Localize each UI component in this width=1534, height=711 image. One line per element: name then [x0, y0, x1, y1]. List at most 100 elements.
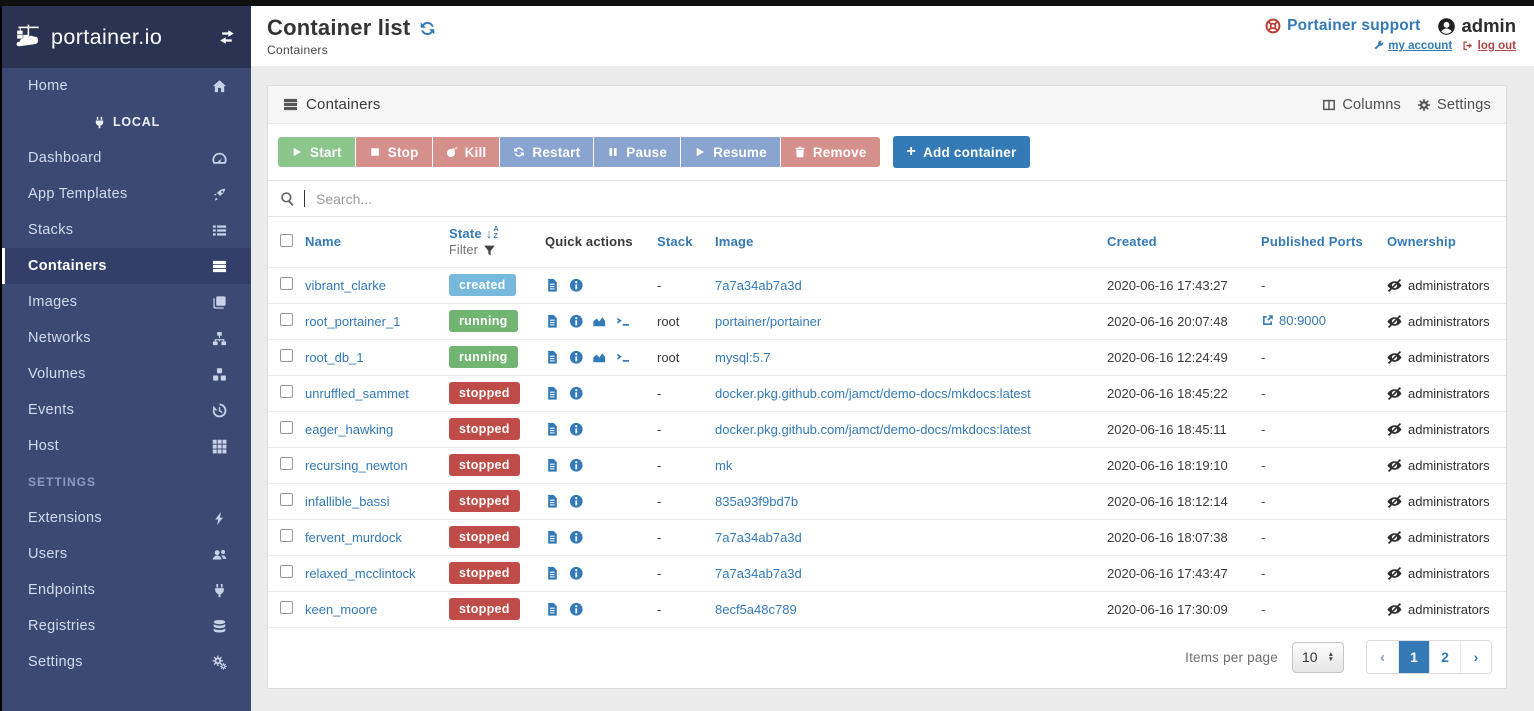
- items-per-page-select[interactable]: 10 ▲▼: [1292, 642, 1344, 673]
- row-checkbox[interactable]: [280, 277, 293, 290]
- row-checkbox[interactable]: [280, 565, 293, 578]
- sidebar-item-users[interactable]: Users: [2, 536, 251, 572]
- image-link[interactable]: docker.pkg.github.com/jamct/demo-docs/mk…: [715, 422, 1031, 437]
- logs-icon[interactable]: [545, 566, 560, 581]
- filter-icon[interactable]: [483, 244, 496, 257]
- inspect-icon[interactable]: [569, 494, 584, 509]
- image-link[interactable]: 7a7a34ab7a3d: [715, 278, 802, 293]
- sort-icon[interactable]: ↓ AZ: [486, 226, 499, 241]
- console-icon[interactable]: [616, 350, 631, 365]
- collapse-sidebar-icon[interactable]: [219, 29, 235, 45]
- logs-icon[interactable]: [545, 350, 560, 365]
- inspect-icon[interactable]: [569, 422, 584, 437]
- remove-button[interactable]: Remove: [781, 137, 880, 167]
- sidebar-item-containers[interactable]: Containers: [2, 248, 251, 284]
- image-link[interactable]: portainer/portainer: [715, 314, 821, 329]
- select-all-checkbox[interactable]: [280, 234, 293, 247]
- logs-icon[interactable]: [545, 386, 560, 401]
- sidebar-item-dashboard[interactable]: Dashboard: [2, 140, 251, 176]
- published-port-link[interactable]: 80:9000: [1261, 313, 1326, 328]
- image-link[interactable]: mk: [715, 458, 732, 473]
- column-header-name[interactable]: Name: [304, 217, 448, 267]
- inspect-icon[interactable]: [569, 350, 584, 365]
- logs-icon[interactable]: [545, 602, 560, 617]
- container-name-link[interactable]: unruffled_sammet: [305, 386, 409, 401]
- inspect-icon[interactable]: [569, 602, 584, 617]
- container-name-link[interactable]: eager_hawking: [305, 422, 393, 437]
- add-container-button[interactable]: + Add container: [893, 136, 1031, 168]
- logs-icon[interactable]: [545, 458, 560, 473]
- stop-button[interactable]: Stop: [356, 137, 432, 167]
- logs-icon[interactable]: [545, 494, 560, 509]
- inspect-icon[interactable]: [569, 314, 584, 329]
- image-link[interactable]: mysql:5.7: [715, 350, 771, 365]
- sidebar-item-networks[interactable]: Networks: [2, 320, 251, 356]
- inspect-icon[interactable]: [569, 566, 584, 581]
- container-name-link[interactable]: infallible_bassi: [305, 494, 390, 509]
- pause-button[interactable]: Pause: [594, 137, 680, 167]
- container-name-link[interactable]: vibrant_clarke: [305, 278, 386, 293]
- column-header-image[interactable]: Image: [714, 217, 1106, 267]
- row-checkbox[interactable]: [280, 601, 293, 614]
- columns-button[interactable]: Columns: [1322, 97, 1401, 113]
- search-input[interactable]: [314, 190, 1494, 208]
- container-name-link[interactable]: fervent_murdock: [305, 530, 402, 545]
- page-2-button[interactable]: 2: [1429, 641, 1460, 673]
- container-name-link[interactable]: root_portainer_1: [305, 314, 400, 329]
- row-checkbox[interactable]: [280, 421, 293, 434]
- image-link[interactable]: 7a7a34ab7a3d: [715, 530, 802, 545]
- sidebar-item-app-templates[interactable]: App Templates: [2, 176, 251, 212]
- image-link[interactable]: docker.pkg.github.com/jamct/demo-docs/mk…: [715, 386, 1031, 401]
- column-header-published-ports[interactable]: Published Ports: [1260, 217, 1386, 267]
- row-checkbox[interactable]: [280, 385, 293, 398]
- image-link[interactable]: 835a93f9bd7b: [715, 494, 798, 509]
- page-1-button[interactable]: 1: [1398, 641, 1429, 673]
- restart-button[interactable]: Restart: [500, 137, 593, 167]
- sidebar-item-stacks[interactable]: Stacks: [2, 212, 251, 248]
- inspect-icon[interactable]: [569, 386, 584, 401]
- logs-icon[interactable]: [545, 278, 560, 293]
- logs-icon[interactable]: [545, 422, 560, 437]
- refresh-icon[interactable]: [419, 20, 436, 37]
- column-header-ownership[interactable]: Ownership: [1386, 217, 1506, 267]
- prev-page-button[interactable]: ‹: [1367, 641, 1398, 673]
- sidebar-item-events[interactable]: Events: [2, 392, 251, 428]
- container-name-link[interactable]: recursing_newton: [305, 458, 408, 473]
- logs-icon[interactable]: [545, 530, 560, 545]
- container-name-link[interactable]: relaxed_mcclintock: [305, 566, 416, 581]
- inspect-icon[interactable]: [569, 530, 584, 545]
- row-checkbox[interactable]: [280, 313, 293, 326]
- sidebar-item-registries[interactable]: Registries: [2, 608, 251, 644]
- kill-button[interactable]: Kill: [433, 137, 500, 167]
- log-out-link[interactable]: log out: [1462, 40, 1516, 52]
- column-header-stack[interactable]: Stack: [656, 217, 714, 267]
- inspect-icon[interactable]: [569, 458, 584, 473]
- container-name-link[interactable]: root_db_1: [305, 350, 364, 365]
- stats-icon[interactable]: [592, 314, 607, 329]
- sidebar-item-host[interactable]: Host: [2, 428, 251, 464]
- image-link[interactable]: 7a7a34ab7a3d: [715, 566, 802, 581]
- container-name-link[interactable]: keen_moore: [305, 602, 377, 617]
- resume-button[interactable]: Resume: [681, 137, 780, 167]
- state-header-label[interactable]: State: [449, 226, 482, 241]
- sidebar-item-home[interactable]: Home: [2, 68, 251, 104]
- image-link[interactable]: 8ecf5a48c789: [715, 602, 797, 617]
- row-checkbox[interactable]: [280, 493, 293, 506]
- sidebar-item-settings[interactable]: Settings: [2, 644, 251, 680]
- sidebar-item-endpoints[interactable]: Endpoints: [2, 572, 251, 608]
- start-button[interactable]: Start: [278, 137, 355, 167]
- breadcrumb[interactable]: Containers: [267, 43, 436, 57]
- column-header-created[interactable]: Created: [1106, 217, 1260, 267]
- next-page-button[interactable]: ›: [1460, 641, 1491, 673]
- row-checkbox[interactable]: [280, 349, 293, 362]
- row-checkbox[interactable]: [280, 457, 293, 470]
- inspect-icon[interactable]: [569, 278, 584, 293]
- sidebar-item-volumes[interactable]: Volumes: [2, 356, 251, 392]
- my-account-link[interactable]: my account: [1373, 40, 1452, 52]
- table-settings-button[interactable]: Settings: [1417, 97, 1491, 113]
- sidebar-item-images[interactable]: Images: [2, 284, 251, 320]
- portainer-support-link[interactable]: Portainer support: [1265, 17, 1420, 35]
- row-checkbox[interactable]: [280, 529, 293, 542]
- sidebar-item-extensions[interactable]: Extensions: [2, 500, 251, 536]
- stats-icon[interactable]: [592, 350, 607, 365]
